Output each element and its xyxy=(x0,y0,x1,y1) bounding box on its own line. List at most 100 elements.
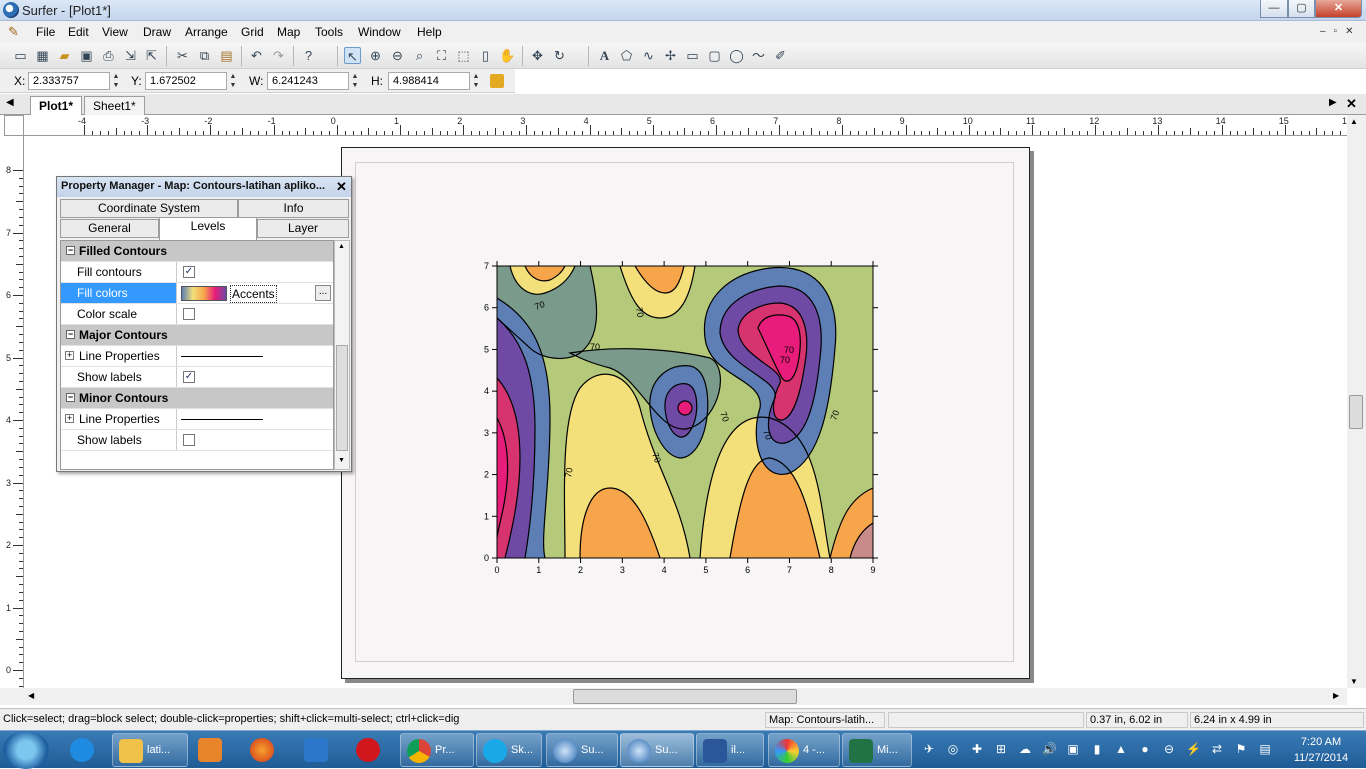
taskbar-paint[interactable]: 4 -... xyxy=(768,733,840,767)
menu-grid[interactable]: Grid xyxy=(241,25,264,39)
zoom-fit-icon[interactable]: ⛶ xyxy=(433,47,450,64)
menu-edit[interactable]: Edit xyxy=(68,25,89,39)
new-icon[interactable]: ▭ xyxy=(12,47,29,64)
fill-colors-browse-button[interactable]: ... xyxy=(315,285,331,301)
major-contours-section[interactable]: − Major Contours xyxy=(61,325,333,346)
tab-general[interactable]: General xyxy=(60,219,159,238)
menu-tools[interactable]: Tools xyxy=(315,25,343,39)
open-icon[interactable]: ▰ xyxy=(56,47,73,64)
height-spinner[interactable]: ▲ ▼ xyxy=(471,72,481,90)
tab-scroll-right-icon[interactable]: ▶ xyxy=(1329,97,1337,108)
horizontal-scrollbar[interactable]: ◀ ▶ xyxy=(0,688,1347,705)
vertical-scroll-thumb[interactable] xyxy=(1349,395,1363,429)
ellipse-tool-icon[interactable]: ◯ xyxy=(728,47,745,64)
redo-icon[interactable]: ↷ xyxy=(270,47,287,64)
menu-draw[interactable]: Draw xyxy=(143,25,171,39)
tab-scroll-left-icon[interactable]: ◀ xyxy=(6,97,14,108)
taskbar-media-player[interactable] xyxy=(192,733,232,767)
taskbar-skype[interactable]: Sk... xyxy=(476,733,542,767)
tray-minus-icon[interactable]: ⊖ xyxy=(1162,742,1176,756)
taskbar-ie[interactable] xyxy=(64,733,104,767)
taskbar-chrome[interactable]: Pr... xyxy=(400,733,474,767)
taskbar-explorer[interactable]: lati... xyxy=(112,733,188,767)
minor-contours-section[interactable]: − Minor Contours xyxy=(61,388,333,409)
close-button[interactable]: ✕ xyxy=(1315,0,1362,18)
vertical-scrollbar[interactable]: ▲ ▼ xyxy=(1347,115,1366,688)
print-icon[interactable]: ⎙ xyxy=(100,47,117,64)
maximize-button[interactable]: ▢ xyxy=(1288,0,1315,18)
tray-triangle-icon[interactable]: ▲ xyxy=(1114,742,1128,756)
zoom-in-icon[interactable]: ⊕ xyxy=(367,47,384,64)
x-position-input[interactable]: 2.333757 xyxy=(28,72,110,90)
tray-update-icon[interactable]: ⊞ xyxy=(994,742,1008,756)
spline-tool-icon[interactable]: 〜 xyxy=(750,47,767,64)
select-pointer-icon[interactable]: ↖ xyxy=(344,47,361,64)
symbol-tool-icon[interactable]: ✢ xyxy=(662,47,679,64)
major-show-labels-checkbox[interactable]: ✓ xyxy=(183,371,195,383)
undo-icon[interactable]: ↶ xyxy=(248,47,265,64)
paste-icon[interactable]: ▤ xyxy=(218,47,235,64)
tray-flag-icon[interactable]: ⚑ xyxy=(1234,742,1248,756)
polygon-tool-icon[interactable]: ⬠ xyxy=(618,47,635,64)
actual-size-icon[interactable]: ▯ xyxy=(477,47,494,64)
tab-layer[interactable]: Layer xyxy=(257,219,349,238)
rectangle-tool-icon[interactable]: ▭ xyxy=(684,47,701,64)
copy-icon[interactable]: ⧉ xyxy=(196,47,213,64)
property-manager-title[interactable]: Property Manager - Map: Contours-latihan… xyxy=(57,177,351,197)
tab-sheet1[interactable]: Sheet1* xyxy=(84,96,145,115)
width-spinner[interactable]: ▲ ▼ xyxy=(350,72,360,90)
tab-levels[interactable]: Levels xyxy=(159,217,257,240)
close-document-icon[interactable]: ✕ xyxy=(1346,96,1357,112)
mdi-window-controls[interactable]: –▫✕ xyxy=(1320,26,1362,37)
scroll-down-icon[interactable]: ▼ xyxy=(338,457,345,464)
tab-coordinate-system[interactable]: Coordinate System xyxy=(60,199,238,218)
tray-add-icon[interactable]: ✚ xyxy=(970,742,984,756)
minimize-button[interactable]: — xyxy=(1260,0,1288,18)
height-input[interactable]: 4.988414 xyxy=(388,72,470,90)
expand-icon[interactable]: + xyxy=(65,351,74,360)
move-icon[interactable]: ✥ xyxy=(529,47,546,64)
tab-info[interactable]: Info xyxy=(238,199,349,218)
horizontal-scroll-thumb[interactable] xyxy=(573,689,797,704)
minor-show-labels-checkbox[interactable] xyxy=(183,434,195,446)
y-spinner[interactable]: ▲ ▼ xyxy=(228,72,238,90)
tray-network-icon[interactable]: ✈ xyxy=(922,742,936,756)
expand-icon[interactable]: + xyxy=(65,414,74,423)
tray-monitor-icon[interactable]: ▣ xyxy=(1066,742,1080,756)
clock[interactable]: 7:20 AM 11/27/2014 xyxy=(1280,734,1362,766)
tray-power-icon[interactable]: ⚡ xyxy=(1186,742,1201,756)
minor-line-preview[interactable] xyxy=(181,419,263,420)
text-tool-icon[interactable]: A xyxy=(596,47,613,64)
tray-usb-icon[interactable]: ⇄ xyxy=(1210,742,1224,756)
taskbar-opera[interactable] xyxy=(350,733,390,767)
collapse-icon[interactable]: − xyxy=(66,246,75,255)
property-manager-close-icon[interactable]: ✕ xyxy=(336,179,347,195)
width-input[interactable]: 6.241243 xyxy=(267,72,349,90)
export-icon[interactable]: ⇲ xyxy=(122,47,139,64)
colormap-swatch[interactable] xyxy=(181,286,227,301)
taskbar-firefox[interactable] xyxy=(244,733,284,767)
contour-map[interactable]: 0123456789 01234567 70707070707070707070 xyxy=(470,258,890,578)
fill-contours-checkbox[interactable]: ✓ xyxy=(183,266,195,278)
zoom-out-icon[interactable]: ⊖ xyxy=(389,47,406,64)
reshape-tool-icon[interactable]: ✐ xyxy=(772,47,789,64)
menu-help[interactable]: Help xyxy=(417,25,442,39)
tray-battery-icon[interactable]: ▤ xyxy=(1258,742,1272,756)
polyline-tool-icon[interactable]: ∿ xyxy=(640,47,657,64)
taskbar-excel[interactable]: Mi... xyxy=(842,733,912,767)
menu-map[interactable]: Map xyxy=(277,25,300,39)
surfer-app-icon[interactable] xyxy=(3,2,19,18)
rounded-rectangle-tool-icon[interactable]: ▢ xyxy=(706,47,723,64)
document-icon[interactable]: ✎ xyxy=(8,24,24,40)
major-line-preview[interactable] xyxy=(181,356,263,357)
save-icon[interactable]: ▣ xyxy=(78,47,95,64)
scroll-down-icon[interactable]: ▼ xyxy=(1350,677,1358,686)
import-icon[interactable]: ⇱ xyxy=(143,47,160,64)
rotate-icon[interactable]: ↻ xyxy=(551,47,568,64)
collapse-icon[interactable]: − xyxy=(66,393,75,402)
scroll-up-icon[interactable]: ▲ xyxy=(1350,117,1358,126)
taskbar-word[interactable]: il... xyxy=(696,733,764,767)
lock-aspect-icon[interactable] xyxy=(490,74,504,88)
pan-hand-icon[interactable]: ✋ xyxy=(499,47,516,64)
menu-file[interactable]: File xyxy=(36,25,55,39)
